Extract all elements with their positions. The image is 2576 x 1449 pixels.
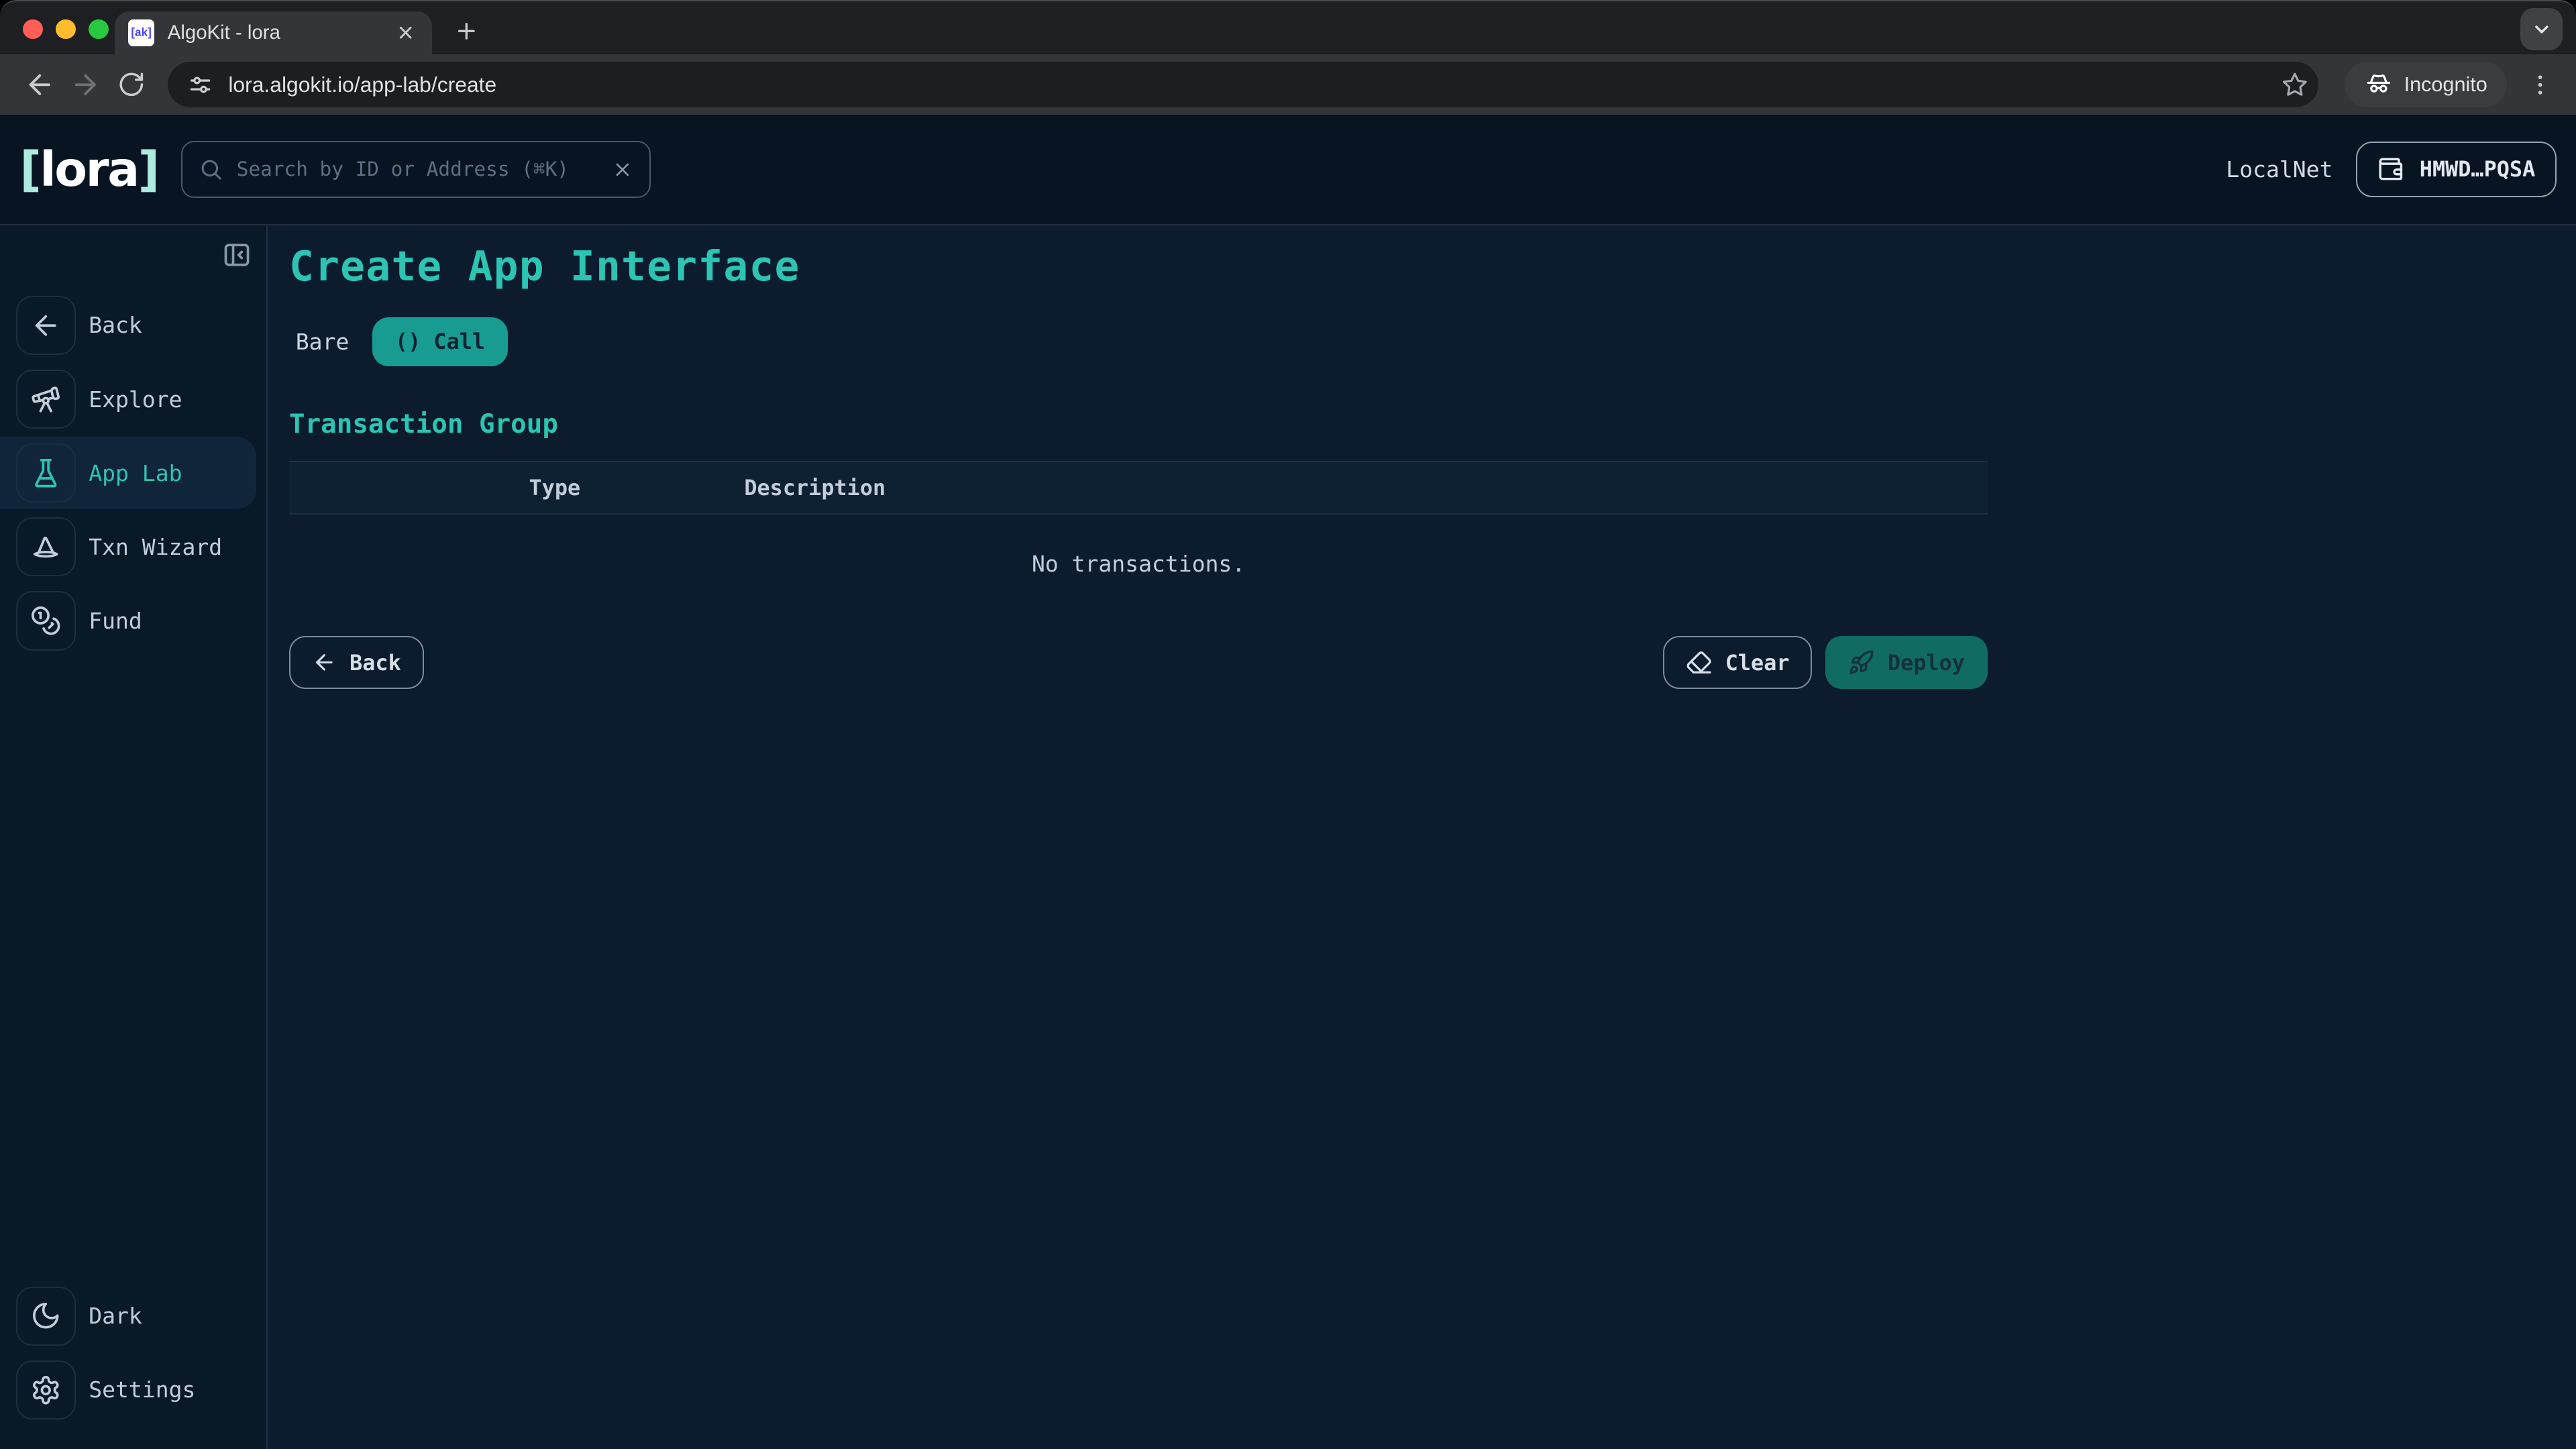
sidebar-item-txn-wizard[interactable]: Txn Wizard (0, 511, 256, 583)
browser-window: [ak] AlgoKit - lora lora.algokit.io/a (0, 0, 2576, 1449)
rocket-icon (1848, 649, 1874, 676)
page-title: Create App Interface (289, 243, 2576, 290)
site-settings-icon[interactable] (187, 72, 213, 98)
sidebar-item-label: Settings (89, 1377, 195, 1403)
sidebar-item-label: Txn Wizard (89, 534, 222, 560)
clear-button[interactable]: Clear (1663, 636, 1812, 688)
clear-button-label: Clear (1725, 650, 1790, 676)
search-clear-icon[interactable] (612, 159, 633, 180)
incognito-icon (2365, 70, 2393, 99)
app-header: [lora] LocalNet HMWD…PQSA (0, 115, 2576, 225)
lora-app: [lora] LocalNet HMWD…PQSA (0, 115, 2576, 1449)
forward-nav-icon (62, 62, 109, 108)
telescope-icon (16, 370, 75, 429)
arrow-left-icon (312, 650, 337, 675)
sidebar-item-back[interactable]: Back (0, 289, 256, 362)
table-col-description: Description (744, 475, 885, 500)
wallet-icon (2377, 156, 2405, 184)
incognito-badge: Incognito (2345, 62, 2507, 108)
browser-tab[interactable]: [ak] AlgoKit - lora (115, 11, 432, 54)
minimize-window-button[interactable] (56, 19, 75, 39)
wallet-address: HMWD…PQSA (2420, 156, 2535, 182)
url-text[interactable]: lora.algokit.io/app-lab/create (228, 72, 2266, 97)
logo-bracket-close: ] (138, 142, 158, 197)
tab-strip: [ak] AlgoKit - lora (0, 0, 2576, 54)
deploy-button[interactable]: Deploy (1825, 636, 1988, 688)
address-bar[interactable]: lora.algokit.io/app-lab/create (168, 62, 2319, 108)
deploy-button-label: Deploy (1888, 650, 1965, 676)
search-icon (199, 157, 223, 182)
zoom-window-button[interactable] (89, 19, 108, 39)
sidebar-item-label: App Lab (89, 460, 182, 486)
sidebar-item-fund[interactable]: Fund (0, 585, 256, 657)
moon-icon (16, 1287, 75, 1346)
incognito-label: Incognito (2404, 73, 2487, 97)
arrow-left-icon (16, 296, 75, 355)
search-box[interactable] (181, 141, 651, 199)
sidebar-item-label: Explore (89, 386, 182, 413)
sidebar: Back Explore App Lab (0, 225, 268, 1449)
browser-menu-icon[interactable] (2520, 65, 2560, 105)
tab-favicon: [ak] (128, 19, 154, 46)
flask-icon (16, 443, 75, 502)
back-nav-icon[interactable] (16, 62, 62, 108)
action-buttons-row: Back Clear Deploy (289, 636, 1988, 688)
tab-bare[interactable]: Bare (289, 329, 356, 355)
sidebar-collapse-icon[interactable] (221, 238, 254, 271)
bookmark-star-icon[interactable] (2281, 70, 2309, 99)
sidebar-item-settings[interactable]: Settings (0, 1354, 256, 1426)
wallet-button[interactable]: HMWD…PQSA (2356, 142, 2557, 197)
back-button-label: Back (350, 650, 401, 676)
table-header-row: Type Description (289, 461, 1988, 515)
search-input[interactable] (237, 158, 599, 180)
tab-close-icon[interactable] (392, 19, 419, 46)
browser-toolbar: lora.algokit.io/app-lab/create Incognito (0, 54, 2576, 115)
wizard-hat-icon (16, 517, 75, 576)
eraser-icon (1686, 649, 1712, 676)
sidebar-item-label: Back (89, 312, 142, 338)
sidebar-item-theme-dark[interactable]: Dark (0, 1280, 256, 1352)
sidebar-item-label: Dark (89, 1303, 142, 1329)
main-content: Create App Interface Bare () Call Transa… (268, 225, 2576, 1449)
table-col-type: Type (529, 475, 745, 500)
logo-bracket-open: [ (19, 142, 40, 197)
logo-text: lora (40, 142, 138, 197)
network-label[interactable]: LocalNet (2226, 156, 2332, 182)
tab-title: AlgoKit - lora (168, 21, 380, 44)
lora-logo[interactable]: [lora] (19, 142, 158, 197)
reload-icon[interactable] (109, 62, 155, 108)
section-title: Transaction Group (289, 409, 2576, 439)
tab-call[interactable]: () Call (372, 317, 508, 366)
empty-state-text: No transactions. (289, 551, 1988, 577)
sidebar-item-label: Fund (89, 608, 142, 634)
window-controls (23, 19, 108, 39)
transaction-table: Type Description No transactions. (289, 461, 1988, 578)
gear-icon (16, 1360, 75, 1419)
tab-search-button[interactable] (2520, 8, 2563, 51)
back-button[interactable]: Back (289, 636, 424, 688)
sidebar-item-explore[interactable]: Explore (0, 363, 256, 435)
sidebar-item-app-lab[interactable]: App Lab (0, 437, 256, 509)
close-window-button[interactable] (23, 19, 42, 39)
interface-tabs: Bare () Call (289, 317, 2576, 366)
coins-icon (16, 591, 75, 650)
new-tab-button[interactable] (445, 10, 488, 53)
